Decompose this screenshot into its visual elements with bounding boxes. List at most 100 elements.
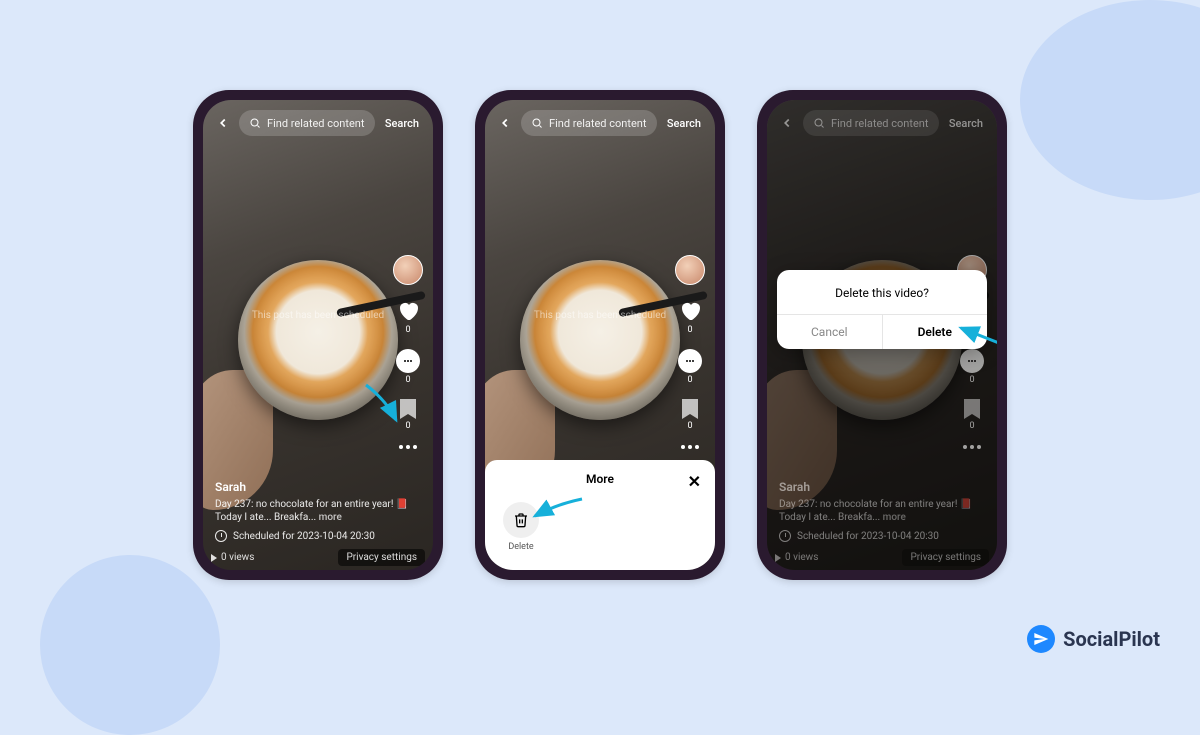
dialog-delete-button[interactable]: Delete (883, 315, 988, 349)
dialog-buttons: Cancel Delete (777, 314, 987, 349)
photo-bowl (238, 260, 398, 420)
chevron-left-icon (498, 116, 512, 130)
comment-count: 0 (687, 375, 692, 385)
comment-count: 0 (405, 375, 410, 385)
chevron-left-icon (216, 116, 230, 130)
scheduled-text: Scheduled for 2023-10-04 20:30 (233, 531, 375, 542)
username[interactable]: Sarah (215, 480, 421, 494)
more-sheet: More ✕ Delete (485, 460, 715, 570)
comment-button[interactable]: 0 (960, 349, 984, 385)
bookmark-icon (682, 399, 698, 419)
comment-icon (960, 349, 984, 373)
like-count: 0 (405, 325, 410, 335)
more-icon (681, 445, 699, 449)
bg-decoration (40, 555, 220, 735)
comment-button[interactable]: 0 (678, 349, 702, 385)
side-actions: 0 0 0 (393, 255, 423, 449)
sheet-title: More (586, 472, 614, 486)
caption-more[interactable]: more (319, 512, 342, 523)
scheduled-text: Scheduled for 2023-10-04 20:30 (797, 531, 939, 542)
play-icon (775, 554, 781, 562)
search-placeholder: Find related content (831, 117, 928, 130)
search-pill[interactable]: Find related content (521, 110, 657, 136)
bookmark-button[interactable]: 0 (400, 399, 416, 431)
scheduled-row: Scheduled for 2023-10-04 20:30 (779, 530, 985, 542)
search-placeholder: Find related content (267, 117, 364, 130)
back-button[interactable] (495, 113, 515, 133)
caption-text: Day 237: no chocolate for an entire year… (779, 498, 985, 524)
views-text: 0 views (785, 552, 818, 563)
more-icon (963, 445, 981, 449)
play-icon (211, 554, 217, 562)
comment-icon (396, 349, 420, 373)
brand-text: SocialPilot (1063, 627, 1160, 651)
trash-icon (503, 502, 539, 538)
sheet-header: More ✕ (497, 472, 703, 486)
top-bar: Find related content Search (495, 110, 705, 136)
back-button[interactable] (213, 113, 233, 133)
privacy-settings-button[interactable]: Privacy settings (338, 549, 425, 566)
caption-block: Sarah Day 237: no chocolate for an entir… (215, 480, 421, 542)
bookmark-count: 0 (405, 421, 410, 431)
sheet-close-button[interactable]: ✕ (688, 472, 701, 491)
photo-bowl (520, 260, 680, 420)
dialog-cancel-button[interactable]: Cancel (777, 315, 883, 349)
search-icon (249, 117, 261, 129)
more-button[interactable] (963, 445, 981, 449)
top-bar: Find related content Search (213, 110, 423, 136)
delete-option[interactable]: Delete (497, 502, 545, 552)
heart-icon (678, 299, 702, 323)
search-pill[interactable]: Find related content (239, 110, 375, 136)
chevron-left-icon (780, 116, 794, 130)
socialpilot-icon (1027, 625, 1055, 653)
views-count: 0 views (211, 552, 254, 563)
bookmark-icon (400, 399, 416, 419)
phone-2: Find related content Search This post ha… (475, 90, 725, 580)
like-button[interactable]: 0 (396, 299, 420, 335)
heart-icon (396, 299, 420, 323)
like-button[interactable]: 0 (678, 299, 702, 335)
screen-1: Find related content Search This post ha… (203, 100, 433, 570)
phone-3: Find related content Search 0 0 (757, 90, 1007, 580)
comment-button[interactable]: 0 (396, 349, 420, 385)
phone-1: Find related content Search This post ha… (193, 90, 443, 580)
search-placeholder: Find related content (549, 117, 646, 130)
side-actions: 0 0 0 (675, 255, 705, 449)
privacy-settings-button[interactable]: Privacy settings (902, 549, 989, 566)
bookmark-button[interactable]: 0 (682, 399, 698, 431)
phone-row: Find related content Search This post ha… (0, 90, 1200, 580)
search-icon (531, 117, 543, 129)
search-button[interactable]: Search (381, 117, 423, 130)
clock-icon (215, 530, 227, 542)
more-button[interactable] (681, 445, 699, 449)
comment-icon (678, 349, 702, 373)
scheduled-row: Scheduled for 2023-10-04 20:30 (215, 530, 421, 542)
search-pill[interactable]: Find related content (803, 110, 939, 136)
screen-2: Find related content Search This post ha… (485, 100, 715, 570)
views-count: 0 views (775, 552, 818, 563)
brand-logo: SocialPilot (1027, 625, 1160, 653)
bottom-bar: 0 views Privacy settings (211, 549, 425, 566)
clock-icon (779, 530, 791, 542)
delete-dialog: Delete this video? Cancel Delete (777, 270, 987, 349)
caption-body: Day 237: no chocolate for an entire year… (779, 499, 972, 523)
more-button[interactable] (399, 445, 417, 449)
views-text: 0 views (221, 552, 254, 563)
search-button[interactable]: Search (663, 117, 705, 130)
bookmark-count: 0 (687, 421, 692, 431)
caption-text: Day 237: no chocolate for an entire year… (215, 498, 421, 524)
search-button[interactable]: Search (945, 117, 987, 130)
bookmark-button[interactable]: 0 (964, 399, 980, 431)
delete-label: Delete (508, 542, 533, 552)
search-icon (813, 117, 825, 129)
like-count: 0 (687, 325, 692, 335)
caption-more[interactable]: more (883, 512, 906, 523)
username[interactable]: Sarah (779, 480, 985, 494)
caption-block: Sarah Day 237: no chocolate for an entir… (779, 480, 985, 542)
screen-3: Find related content Search 0 0 (767, 100, 997, 570)
back-button[interactable] (777, 113, 797, 133)
profile-avatar[interactable] (393, 255, 423, 285)
profile-avatar[interactable] (675, 255, 705, 285)
more-icon (399, 445, 417, 449)
dialog-title: Delete this video? (777, 270, 987, 314)
